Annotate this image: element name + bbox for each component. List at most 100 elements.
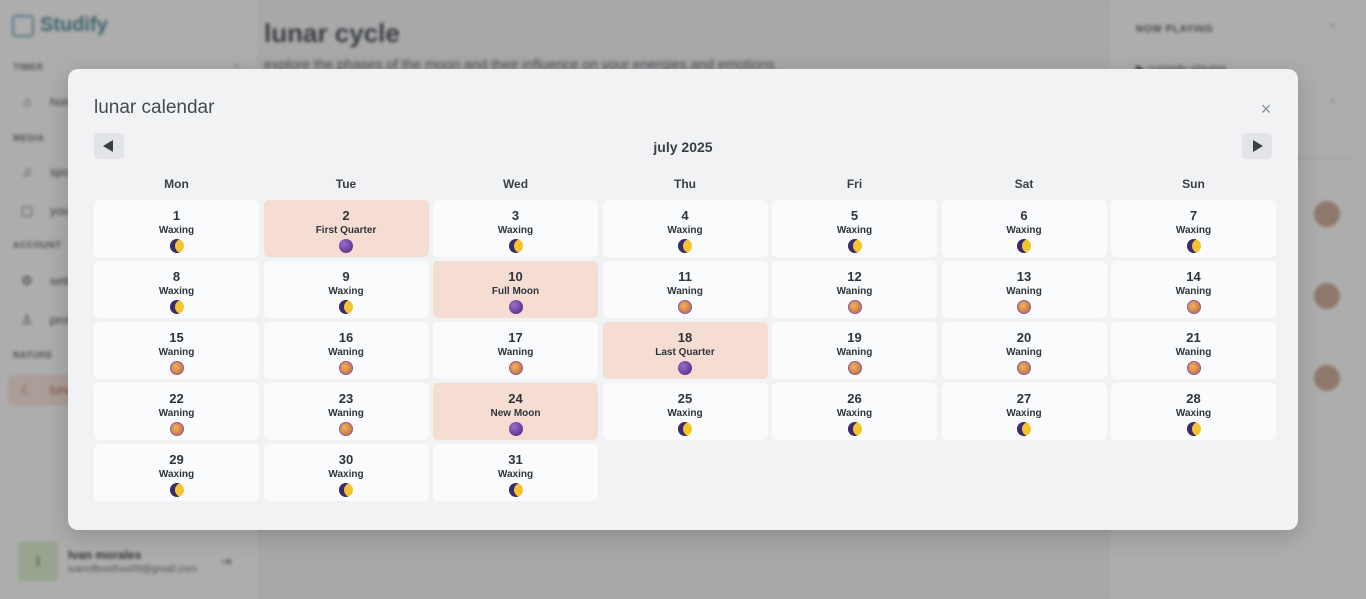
moon-phase-label: Waning: [1175, 286, 1212, 297]
moon-waxing-icon: [678, 239, 692, 253]
moon-phase-label: Waning: [1175, 347, 1212, 358]
day-cell[interactable]: 15 Waning: [94, 322, 259, 379]
day-cell[interactable]: 1 Waxing: [94, 200, 259, 257]
moon-waxing-icon: [1017, 422, 1031, 436]
day-cell[interactable]: 6 Waxing: [941, 200, 1107, 257]
day-number: 8: [172, 269, 181, 284]
moon-waning-icon: [1017, 300, 1031, 314]
day-cell[interactable]: 29 Waxing: [94, 444, 259, 501]
moon-waxing-icon: [169, 483, 184, 497]
day-cell[interactable]: 30 Waxing: [263, 444, 429, 501]
day-cell[interactable]: 27 Waxing: [941, 383, 1107, 440]
moon-phase-label: Last Quarter: [655, 347, 715, 358]
day-cell[interactable]: 20 Waning: [941, 322, 1107, 379]
day-number: 19: [847, 330, 862, 345]
day-cell[interactable]: 25 Waxing: [602, 383, 768, 440]
day-number: 30: [338, 452, 354, 467]
day-number: 28: [1186, 391, 1201, 406]
moon-waxing-icon: [169, 239, 184, 253]
moon-waxing-icon: [1186, 422, 1201, 436]
day-number: 31: [508, 452, 523, 467]
moon-phase-label: Waning: [1006, 347, 1042, 358]
day-number: 1: [172, 208, 181, 223]
day-cell[interactable]: 12 Waning: [772, 261, 937, 318]
moon-waning-icon: [1186, 361, 1201, 375]
moon-waxing-icon: [508, 483, 523, 497]
moon-waxing-icon: [1017, 239, 1031, 253]
moon-waxing-icon: [339, 483, 353, 497]
moon-phase-label: Waxing: [667, 408, 703, 419]
day-number: 24: [508, 391, 523, 406]
moon-waning-icon: [169, 361, 184, 375]
weekday-sun: Sun: [1182, 177, 1205, 191]
day-number: 29: [169, 452, 184, 467]
day-cell[interactable]: 7 Waxing: [1111, 200, 1276, 257]
moon-waxing-icon: [847, 239, 862, 253]
day-number: 4: [681, 208, 689, 223]
calendar-grid: 1 Waxing 2 First Quarter 3 Waxing 4 Waxing 5 Waxi…: [94, 200, 1276, 501]
day-cell[interactable]: 8 Waxing: [94, 261, 259, 318]
moon-phase-label: Waxing: [158, 286, 195, 297]
day-cell[interactable]: 31 Waxing: [433, 444, 598, 501]
next-month-button[interactable]: [1242, 133, 1272, 159]
moon-waning-icon: [847, 361, 862, 375]
day-number: 25: [677, 391, 693, 406]
moon-waxing-icon: [339, 300, 353, 314]
lunar-calendar-modal: lunar calendar × july 2025 Mon Tue Wed Thu F…: [68, 69, 1298, 530]
day-number: 15: [169, 330, 184, 345]
day-number: 13: [1016, 269, 1032, 284]
moon-phase-label: Waning: [836, 286, 873, 297]
moon-phase-label: Waxing: [836, 225, 873, 236]
day-number: 21: [1186, 330, 1201, 345]
day-number: 14: [1186, 269, 1201, 284]
day-number: 10: [508, 269, 523, 284]
day-cell[interactable]: 21 Waning: [1111, 322, 1276, 379]
weekday-mon: Mon: [164, 177, 189, 191]
day-cell[interactable]: 24 New Moon: [433, 383, 598, 440]
day-cell[interactable]: 23 Waning: [263, 383, 429, 440]
moon-quarter-icon: [678, 361, 692, 375]
moon-phase-label: Waxing: [1006, 408, 1042, 419]
moon-quarter-icon: [339, 239, 353, 253]
moon-phase-label: Waxing: [497, 225, 534, 236]
moon-waxing-icon: [847, 422, 862, 436]
moon-phase-label: Waxing: [158, 225, 195, 236]
moon-phase-label: Waning: [328, 408, 364, 419]
day-number: 26: [847, 391, 862, 406]
moon-waning-icon: [339, 422, 353, 436]
moon-phase-label: Waxing: [836, 408, 873, 419]
day-number: 22: [169, 391, 184, 406]
day-number: 9: [342, 269, 350, 284]
day-number: 20: [1016, 330, 1032, 345]
day-cell[interactable]: 18 Last Quarter: [602, 322, 768, 379]
day-cell[interactable]: 14 Waning: [1111, 261, 1276, 318]
day-cell[interactable]: 3 Waxing: [433, 200, 598, 257]
day-number: 2: [342, 208, 350, 223]
weekday-thu: Thu: [674, 177, 696, 191]
weekday-sat: Sat: [1014, 177, 1034, 191]
close-icon[interactable]: ×: [1256, 99, 1276, 119]
day-cell[interactable]: 9 Waxing: [263, 261, 429, 318]
day-cell[interactable]: 17 Waning: [433, 322, 598, 379]
moon-phase-label: Waning: [1006, 286, 1042, 297]
moon-new-icon: [508, 422, 523, 436]
day-number: 23: [338, 391, 354, 406]
day-number: 5: [850, 208, 859, 223]
day-cell[interactable]: 13 Waning: [941, 261, 1107, 318]
moon-phase-label: Waxing: [667, 225, 703, 236]
day-cell[interactable]: 11 Waning: [602, 261, 768, 318]
day-cell[interactable]: 5 Waxing: [772, 200, 937, 257]
day-cell[interactable]: 16 Waning: [263, 322, 429, 379]
day-cell[interactable]: 22 Waning: [94, 383, 259, 440]
day-number: 11: [678, 269, 692, 284]
day-cell[interactable]: 26 Waxing: [772, 383, 937, 440]
moon-phase-label: Waning: [497, 347, 534, 358]
modal-title: lunar calendar: [94, 97, 215, 118]
day-cell[interactable]: 2 First Quarter: [263, 200, 429, 257]
moon-phase-label: Waning: [836, 347, 873, 358]
day-cell[interactable]: 19 Waning: [772, 322, 937, 379]
day-cell[interactable]: 4 Waxing: [602, 200, 768, 257]
day-cell[interactable]: 10 Full Moon: [433, 261, 598, 318]
day-cell[interactable]: 28 Waxing: [1111, 383, 1276, 440]
moon-waxing-icon: [678, 422, 692, 436]
